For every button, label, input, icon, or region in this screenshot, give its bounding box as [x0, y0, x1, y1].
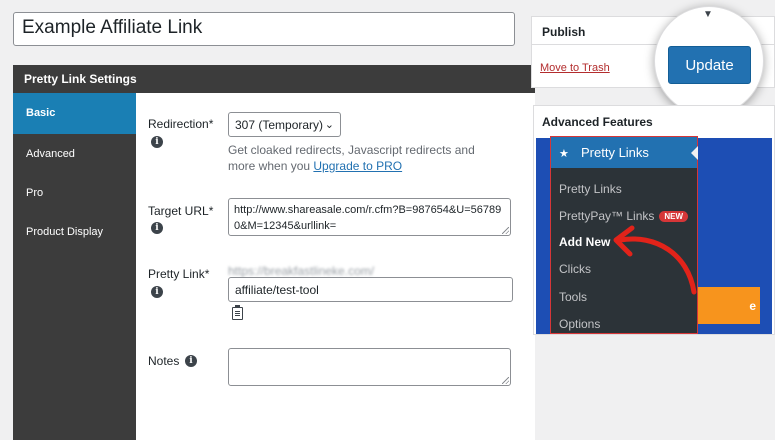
menu-item-options[interactable]: Options	[559, 317, 600, 331]
advanced-features-title: Advanced Features	[542, 115, 653, 129]
info-icon[interactable]: i	[185, 355, 197, 367]
star-logo-icon: ★	[559, 148, 569, 160]
menu-header[interactable]: ★ Pretty Links	[551, 137, 698, 168]
pretty-link-label: Pretty Link*	[148, 267, 210, 281]
tab-advanced[interactable]: Advanced	[13, 134, 136, 173]
tab-pro[interactable]: Pro	[13, 173, 136, 212]
menu-item-add-new[interactable]: Add New	[559, 235, 610, 249]
pretty-link-slug-input[interactable]: affiliate/test-tool	[228, 277, 513, 302]
publish-title: Publish	[542, 25, 586, 39]
move-to-trash-link[interactable]: Move to Trash	[540, 62, 610, 74]
notes-field[interactable]	[228, 348, 511, 386]
post-title-input[interactable]: Example Affiliate Link	[13, 12, 515, 46]
pretty-link-base-url: https://breakfastlineke.com/	[228, 264, 375, 278]
menu-title: Pretty Links	[581, 145, 649, 160]
chevron-down-icon: ⌄	[324, 119, 334, 131]
menu-item-pretty-links[interactable]: Pretty Links	[559, 182, 622, 196]
redirection-select[interactable]: 307 (Temporary) ⌄	[228, 112, 341, 137]
target-url-label: Target URL*	[148, 204, 214, 218]
clipboard-icon[interactable]	[232, 305, 243, 320]
current-menu-caret-icon	[691, 146, 698, 160]
new-badge: NEW	[659, 211, 689, 222]
settings-header: Pretty Link Settings	[13, 65, 535, 93]
info-icon[interactable]: i	[151, 136, 163, 148]
resize-handle[interactable]	[502, 377, 509, 384]
pointer-arrow-icon	[613, 225, 697, 295]
settings-nav: Basic Advanced Pro Product Display	[13, 93, 136, 440]
update-button[interactable]: Update	[668, 46, 751, 84]
tab-basic[interactable]: Basic	[13, 93, 136, 134]
chevron-down-icon: ▼	[703, 9, 713, 20]
info-icon[interactable]: i	[151, 222, 163, 234]
target-url-field[interactable]: http://www.shareasale.com/r.cfm?B=987654…	[228, 198, 511, 236]
menu-item-tools[interactable]: Tools	[559, 290, 587, 304]
notes-label: Notes	[148, 354, 180, 368]
resize-handle[interactable]	[502, 227, 509, 234]
redirection-label: Redirection*	[148, 117, 214, 131]
info-icon[interactable]: i	[151, 286, 163, 298]
redirection-help: Get cloaked redirects, Javascript redire…	[228, 143, 475, 173]
tab-product-display[interactable]: Product Display	[13, 212, 136, 251]
menu-item-prettypay-links[interactable]: PrettyPay™ Links NEW	[559, 209, 689, 223]
menu-item-clicks[interactable]: Clicks	[559, 262, 591, 276]
upgrade-link[interactable]: Upgrade to PRO	[313, 159, 402, 173]
